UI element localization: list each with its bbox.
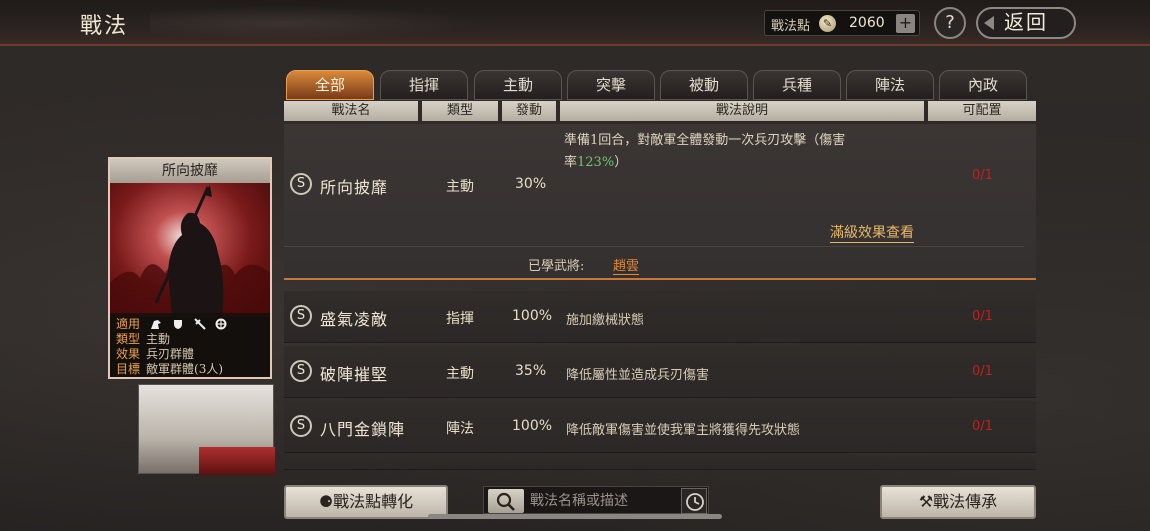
effect-label: 效果 (116, 347, 141, 361)
tactic-inherit-button[interactable]: ⚒戰法傳承 (880, 485, 1036, 519)
bow-icon (193, 318, 206, 330)
clock-icon (686, 493, 704, 511)
back-label: 返回 (1004, 10, 1048, 34)
tab-assault[interactable]: 突擊 (567, 70, 655, 100)
tactic-name: 所向披靡 (320, 178, 389, 197)
table-row[interactable]: S 破陣摧堅 主動 35% 降低屬性並造成兵刃傷害 0/1 (284, 346, 1036, 398)
desc-line-2: 率123%） (564, 152, 924, 174)
card-artwork (110, 183, 270, 317)
tactic-rate: 30% (515, 176, 547, 192)
warrior-silhouette-icon (110, 185, 270, 317)
type-value: 主動 (146, 332, 171, 346)
tab-internal[interactable]: 內政 (939, 70, 1027, 100)
tactic-name: 破陣摧堅 (320, 365, 389, 384)
col-capacity: 可配置 (928, 101, 1036, 121)
table-row-selected[interactable]: S 所向披靡 主動 30% 準備1回合，對敵軍全體發動一次兵刃攻擊（傷害 率12… (284, 124, 1036, 280)
col-type: 類型 (422, 101, 498, 121)
tactic-type: 指揮 (446, 311, 474, 327)
table-row[interactable]: S 盛氣凌敵 指揮 100% 施加繳械狀態 0/1 (284, 291, 1036, 343)
tactic-name: 盛氣凌敵 (320, 310, 389, 329)
tactic-rate: 100% (512, 418, 553, 434)
search-bar (483, 486, 709, 514)
learned-label: 已學武將: (528, 259, 585, 274)
hammer-icon: ⚒ (918, 492, 934, 511)
search-input[interactable] (530, 490, 676, 512)
points-label: 戰法點 (771, 19, 811, 34)
tab-passive[interactable]: 被動 (660, 70, 748, 100)
home-indicator[interactable] (428, 514, 722, 519)
grade-badge: S (290, 305, 312, 327)
card-info: 適用 類型 主動 效果 兵刃群體 目標 敵軍群體(3人) (110, 313, 270, 377)
tactic-description: 降低敵軍傷害並使我軍主將獲得先攻狀態 (566, 423, 801, 438)
table-row[interactable]: S 八門金鎖陣 陣法 100% 降低敵軍傷害並使我軍主將獲得先攻狀態 0/1 (284, 401, 1036, 453)
card-target-row: 目標 敵軍群體(3人) (116, 360, 223, 377)
card-title: 所向披靡 (110, 159, 270, 183)
desc-suffix: ） (614, 155, 628, 170)
tactic-type: 主動 (446, 366, 474, 382)
desc-line-1: 準備1回合，對敵軍全體發動一次兵刃攻擊（傷害 (564, 133, 846, 148)
col-rate: 發動 (502, 101, 556, 121)
tactic-description: 降低屬性並造成兵刃傷害 (566, 368, 710, 383)
back-button[interactable]: 返回 (976, 7, 1076, 39)
grade-badge: S (290, 415, 312, 437)
tactic-type: 主動 (446, 179, 474, 195)
col-desc: 戰法說明 (560, 101, 924, 121)
desc-prefix: 率 (564, 155, 578, 170)
wheel-icon (215, 318, 227, 330)
learned-general-link[interactable]: 趙雲 (613, 255, 640, 275)
tactic-capacity: 0/1 (972, 309, 993, 324)
col-name: 戰法名 (284, 101, 418, 121)
tactic-description: 施加繳械狀態 (566, 313, 645, 328)
help-button[interactable]: ? (934, 7, 966, 39)
tactic-description: 準備1回合，對敵軍全體發動一次兵刃攻擊（傷害 率123%） (564, 130, 924, 174)
tab-formation[interactable]: 陣法 (846, 70, 934, 100)
tab-troop[interactable]: 兵種 (753, 70, 841, 100)
full-effect-link[interactable]: 滿級效果查看 (830, 222, 914, 243)
tactic-rate: 35% (515, 363, 547, 379)
search-button[interactable] (488, 489, 524, 513)
convert-points-button[interactable]: ⚈戰法點轉化 (284, 485, 448, 519)
top-bar: 戰法 戰法點 ✎ 2060 + ? 返回 (0, 0, 1150, 46)
divider (284, 246, 1024, 247)
tab-active[interactable]: 主動 (474, 70, 562, 100)
grade-badge: S (290, 173, 312, 195)
secondary-card-art (138, 384, 275, 475)
page-title: 戰法 (80, 14, 129, 39)
table-row-partial[interactable] (284, 456, 1036, 470)
apply-label: 適用 (116, 317, 141, 331)
tab-all[interactable]: 全部 (286, 70, 374, 100)
inherit-label: 戰法傳承 (933, 492, 998, 511)
convert-label: 戰法點轉化 (333, 492, 414, 511)
grade-badge: S (290, 360, 312, 382)
target-value: 敵軍群體(3人) (146, 362, 224, 376)
tactic-list[interactable]: S 所向披靡 主動 30% 準備1回合，對敵軍全體發動一次兵刃攻擊（傷害 率12… (284, 124, 1036, 470)
tactic-card: 所向披靡 適用 類型 主動 效果 兵刃群體 目標 敵軍群體(3人) (108, 157, 272, 379)
type-label: 類型 (116, 332, 141, 346)
add-points-button[interactable]: + (896, 14, 915, 33)
tab-command[interactable]: 指揮 (380, 70, 468, 100)
tactic-type: 陣法 (446, 421, 474, 437)
points-coin-icon: ✎ (819, 15, 836, 32)
cavalry-icon (150, 320, 161, 329)
tactic-points-display: 戰法點 ✎ 2060 + (764, 10, 920, 36)
tactic-capacity: 0/1 (972, 419, 993, 434)
effect-value: 兵刃群體 (146, 347, 195, 361)
target-label: 目標 (116, 362, 141, 376)
history-button[interactable] (681, 488, 707, 514)
tactic-name: 八門金鎖陣 (320, 420, 406, 439)
header-decoration (150, 6, 480, 40)
shield-icon (173, 320, 182, 329)
convert-icon: ⚈ (318, 492, 334, 511)
tactic-capacity: 0/1 (972, 168, 993, 183)
damage-rate-value: 123% (577, 155, 615, 170)
card-strip (199, 447, 275, 475)
search-icon (496, 492, 515, 511)
points-value: 2060 (849, 15, 885, 31)
tactic-rate: 100% (512, 308, 553, 324)
tactic-capacity: 0/1 (972, 364, 993, 379)
